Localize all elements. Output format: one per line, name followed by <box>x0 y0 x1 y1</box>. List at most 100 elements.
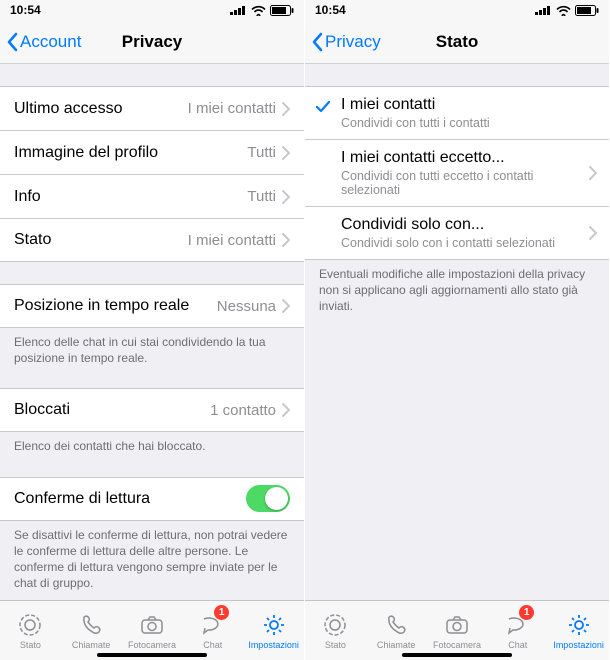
phone-icon <box>383 612 409 638</box>
tab-fotocamera[interactable]: Fotocamera <box>427 601 488 660</box>
option-sub: Condividi con tutti eccetto i contatti s… <box>341 169 595 197</box>
row-value: I miei contatti <box>188 100 276 117</box>
status-time: 10:54 <box>315 3 346 17</box>
signal-icon <box>535 5 552 15</box>
option-contacts-except[interactable]: I miei contatti eccetto... Condividi con… <box>305 139 609 206</box>
page-title: Stato <box>436 32 479 52</box>
home-indicator[interactable] <box>402 653 512 657</box>
status-icon <box>322 612 348 638</box>
tab-label: Impostazioni <box>553 640 604 650</box>
status-bar: 10:54 <box>0 0 304 20</box>
tab-label: Fotocamera <box>433 640 481 650</box>
back-label: Account <box>20 32 81 52</box>
status-indicators <box>230 5 294 16</box>
tab-label: Chiamate <box>377 640 416 650</box>
row-label: Bloccati <box>14 401 210 419</box>
tab-chiamate[interactable]: Chiamate <box>61 601 122 660</box>
row-label: Stato <box>14 231 188 249</box>
option-sub: Condividi con tutti i contatti <box>341 116 490 130</box>
tab-label: Impostazioni <box>248 640 299 650</box>
camera-icon <box>444 612 470 638</box>
tab-impostazioni[interactable]: Impostazioni <box>243 601 304 660</box>
check-icon <box>315 100 331 114</box>
footer-stato: Eventuali modifiche alle impostazioni de… <box>305 260 609 315</box>
read-receipts-toggle[interactable] <box>246 485 290 512</box>
back-button[interactable]: Account <box>6 32 81 52</box>
signal-icon <box>230 5 247 15</box>
row-info[interactable]: Info Tutti <box>0 174 304 218</box>
chevron-right-icon <box>589 226 597 240</box>
chevron-right-icon <box>282 299 290 313</box>
battery-icon <box>270 5 294 16</box>
chevron-right-icon <box>282 190 290 204</box>
nav-bar: Privacy Stato <box>305 20 609 64</box>
tab-label: Chat <box>203 640 222 650</box>
tab-impostazioni[interactable]: Impostazioni <box>548 601 609 660</box>
tab-label: Fotocamera <box>128 640 176 650</box>
tab-bar: Stato Chiamate Fotocamera 1 Chat Imposta… <box>305 600 609 660</box>
option-label: I miei contatti <box>341 96 435 114</box>
status-indicators <box>535 5 599 16</box>
tab-chat[interactable]: 1 Chat <box>182 601 243 660</box>
tab-label: Stato <box>325 640 346 650</box>
status-icon <box>17 612 43 638</box>
option-only-share-with[interactable]: Condividi solo con... Condividi solo con… <box>305 206 609 260</box>
chevron-right-icon <box>282 102 290 116</box>
battery-icon <box>575 5 599 16</box>
row-ultimo-accesso[interactable]: Ultimo accesso I miei contatti <box>0 86 304 130</box>
phone-icon <box>78 612 104 638</box>
row-conferme-lettura[interactable]: Conferme di lettura <box>0 477 304 521</box>
chat-badge: 1 <box>214 605 229 620</box>
option-label: Condividi solo con... <box>341 216 484 234</box>
row-value: 1 contatto <box>210 402 276 419</box>
tab-chiamate[interactable]: Chiamate <box>366 601 427 660</box>
row-label: Immagine del profilo <box>14 144 247 162</box>
row-value: Tutti <box>247 188 276 205</box>
content: I miei contatti Condividi con tutti i co… <box>305 64 609 600</box>
chevron-left-icon <box>6 32 18 52</box>
chevron-right-icon <box>589 166 597 180</box>
nav-bar: Account Privacy <box>0 20 304 64</box>
back-button[interactable]: Privacy <box>311 32 381 52</box>
tab-label: Chiamate <box>72 640 111 650</box>
tab-stato[interactable]: Stato <box>0 601 61 660</box>
row-label: Info <box>14 188 247 206</box>
chevron-left-icon <box>311 32 323 52</box>
tab-label: Stato <box>20 640 41 650</box>
status-time: 10:54 <box>10 3 41 17</box>
wifi-icon <box>251 5 266 16</box>
row-posizione[interactable]: Posizione in tempo reale Nessuna <box>0 284 304 328</box>
footer-posizione: Elenco delle chat in cui stai condividen… <box>0 328 304 366</box>
option-my-contacts[interactable]: I miei contatti Condividi con tutti i co… <box>305 86 609 139</box>
privacy-screen: 10:54 Account Privacy Ultimo accesso I m… <box>0 0 305 660</box>
tab-label: Chat <box>508 640 527 650</box>
content: Ultimo accesso I miei contatti Immagine … <box>0 64 304 600</box>
tab-stato[interactable]: Stato <box>305 601 366 660</box>
page-title: Privacy <box>122 32 183 52</box>
row-value: Tutti <box>247 144 276 161</box>
chevron-right-icon <box>282 403 290 417</box>
row-label: Posizione in tempo reale <box>14 297 217 315</box>
tab-bar: Stato Chiamate Fotocamera 1 Chat Imposta… <box>0 600 304 660</box>
footer-bloccati: Elenco dei contatti che hai bloccato. <box>0 432 304 454</box>
option-label: I miei contatti eccetto... <box>341 149 505 167</box>
row-value: I miei contatti <box>188 232 276 249</box>
gear-icon <box>566 612 592 638</box>
row-label: Ultimo accesso <box>14 100 188 118</box>
tab-fotocamera[interactable]: Fotocamera <box>122 601 183 660</box>
tab-chat[interactable]: 1 Chat <box>487 601 548 660</box>
gear-icon <box>261 612 287 638</box>
row-label: Conferme di lettura <box>14 490 246 508</box>
footer-conferme: Se disattivi le conferme di lettura, non… <box>0 521 304 592</box>
status-bar: 10:54 <box>305 0 609 20</box>
chat-badge: 1 <box>519 605 534 620</box>
row-immagine-profilo[interactable]: Immagine del profilo Tutti <box>0 130 304 174</box>
row-bloccati[interactable]: Bloccati 1 contatto <box>0 388 304 432</box>
chevron-right-icon <box>282 146 290 160</box>
row-value: Nessuna <box>217 298 276 315</box>
home-indicator[interactable] <box>97 653 207 657</box>
row-stato[interactable]: Stato I miei contatti <box>0 218 304 262</box>
back-label: Privacy <box>325 32 381 52</box>
wifi-icon <box>556 5 571 16</box>
stato-screen: 10:54 Privacy Stato I miei contatti Cond… <box>305 0 610 660</box>
